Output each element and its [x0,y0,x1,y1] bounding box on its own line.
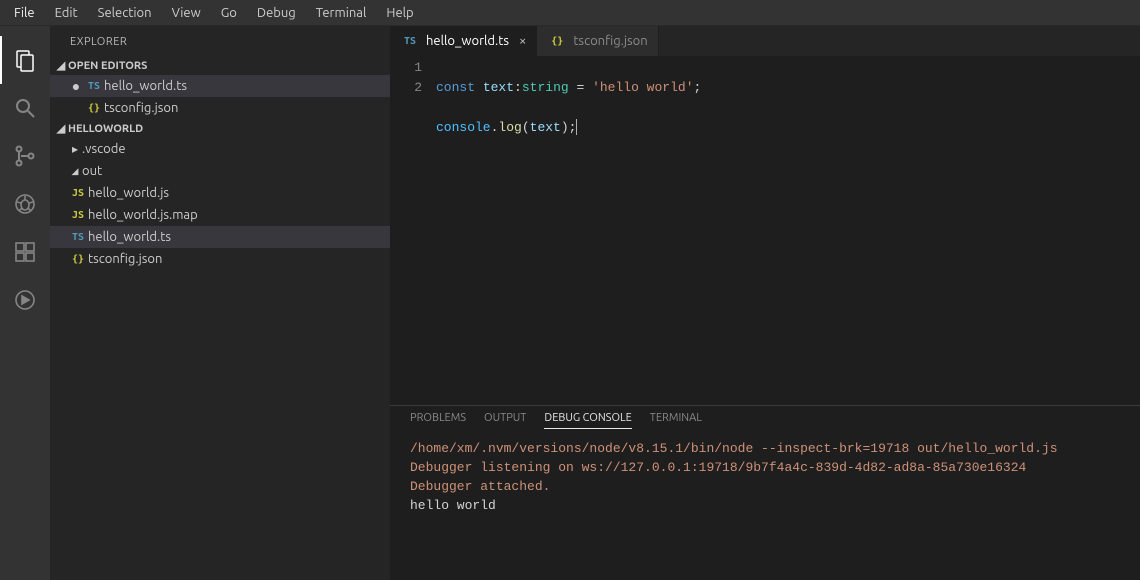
folder-label: out [82,164,102,178]
token-punct: ; [569,120,577,135]
bottom-panel: PROBLEMS OUTPUT DEBUG CONSOLE TERMINAL /hom… [390,405,1140,580]
chevron-down-icon: ◢ [54,122,68,135]
search-icon[interactable] [0,84,50,132]
tree-file[interactable]: {}tsconfig.json [50,248,390,270]
tree-folder[interactable]: ◢out [50,160,390,182]
live-share-icon[interactable] [0,276,50,324]
debug-console-output[interactable]: /home/xm/.nvm/versions/node/v8.15.1/bin/… [390,435,1140,580]
token-punct: = [569,80,592,95]
folder-header[interactable]: ◢ HELLOWORLD [50,119,390,138]
menu-edit[interactable]: Edit [45,2,88,24]
panel-tab-debug-console[interactable]: DEBUG CONSOLE [544,412,631,429]
token-object: console [436,120,491,135]
open-editor-item[interactable]: {}tsconfig.json [50,97,390,119]
token-variable: text [530,120,561,135]
panel-tabs: PROBLEMS OUTPUT DEBUG CONSOLE TERMINAL [390,406,1140,435]
file-label: tsconfig.json [104,101,178,115]
file-label: hello_world.js.map [88,208,198,222]
file-type-icon: {} [68,254,88,265]
sidebar: EXPLORER ◢ OPEN EDITORS ●TShello_world.t… [50,26,390,580]
extensions-icon[interactable] [0,228,50,276]
chevron-down-icon: ◢ [54,59,68,72]
token-punct: ; [694,80,702,95]
debug-icon[interactable] [0,180,50,228]
code-area[interactable]: const text:string = 'hello world'; conso… [436,58,701,405]
token-type: string [522,80,569,95]
token-function: log [498,120,521,135]
file-type-icon: TS [84,81,104,92]
menu-help[interactable]: Help [376,2,423,24]
activity-bar [0,26,50,580]
console-line: hello world [410,496,1120,515]
menu-selection[interactable]: Selection [88,2,162,24]
tab-label: hello_world.ts [426,34,509,48]
scm-icon[interactable] [0,132,50,180]
file-label: hello_world.ts [88,230,171,244]
token-keyword: const [436,80,475,95]
tab-label: tsconfig.json [573,34,647,48]
open-editor-item[interactable]: ●TShello_world.ts [50,75,390,97]
console-line: /home/xm/.nvm/versions/node/v8.15.1/bin/… [410,439,1120,458]
open-editors-label: OPEN EDITORS [68,60,147,72]
close-icon[interactable]: × [519,34,526,48]
text-cursor [576,119,577,135]
file-label: hello_world.ts [104,79,187,93]
folder-label: HELLOWORLD [68,123,143,135]
editor-tab[interactable]: {} tsconfig.json [537,26,658,56]
console-line: Debugger listening on ws://127.0.0.1:197… [410,458,1120,477]
editor-group: TS hello_world.ts × {} tsconfig.json 1 2 con… [390,26,1140,580]
menu-file[interactable]: File [4,2,45,24]
tree-folder[interactable]: ▸.vscode [50,138,390,160]
line-number: 1 [390,58,422,78]
editor-tabs: TS hello_world.ts × {} tsconfig.json [390,26,1140,56]
token-punct: ( [522,120,530,135]
panel-tab-problems[interactable]: PROBLEMS [410,412,466,429]
file-type-icon: TS [68,232,88,243]
dirty-close-icon[interactable]: ● [68,78,84,94]
console-line: Debugger attached. [410,477,1120,496]
menu-debug[interactable]: Debug [247,2,306,24]
menubar: FileEditSelectionViewGoDebugTerminalHelp [0,0,1140,26]
file-type-icon: JS [68,210,88,221]
file-type-icon: TS [400,36,420,47]
file-type-icon: {} [547,36,567,47]
panel-tab-terminal[interactable]: TERMINAL [650,412,702,429]
line-number: 2 [390,78,422,98]
sidebar-title: EXPLORER [50,26,390,56]
menu-view[interactable]: View [162,2,211,24]
file-label: tsconfig.json [88,252,162,266]
chevron-down-icon: ◢ [68,166,82,177]
tree-file[interactable]: JShello_world.js [50,182,390,204]
tree-file[interactable]: TShello_world.ts [50,226,390,248]
token-variable: text [483,80,514,95]
token-punct: ) [561,120,569,135]
panel-tab-output[interactable]: OUTPUT [484,412,526,429]
explorer-icon[interactable] [0,36,50,84]
code-editor[interactable]: 1 2 const text:string = 'hello world'; c… [390,56,1140,405]
chevron-right-icon: ▸ [68,142,82,156]
file-type-icon: {} [84,103,104,114]
file-type-icon: JS [68,188,88,199]
token-string: 'hello world' [592,80,693,95]
gutter: 1 2 [390,58,436,405]
folder-label: .vscode [82,142,126,156]
tree-file[interactable]: JShello_world.js.map [50,204,390,226]
token-punct: : [514,80,522,95]
file-label: hello_world.js [88,186,169,200]
open-editors-header[interactable]: ◢ OPEN EDITORS [50,56,390,75]
menu-terminal[interactable]: Terminal [306,2,377,24]
menu-go[interactable]: Go [211,2,247,24]
editor-tab[interactable]: TS hello_world.ts × [390,26,537,56]
